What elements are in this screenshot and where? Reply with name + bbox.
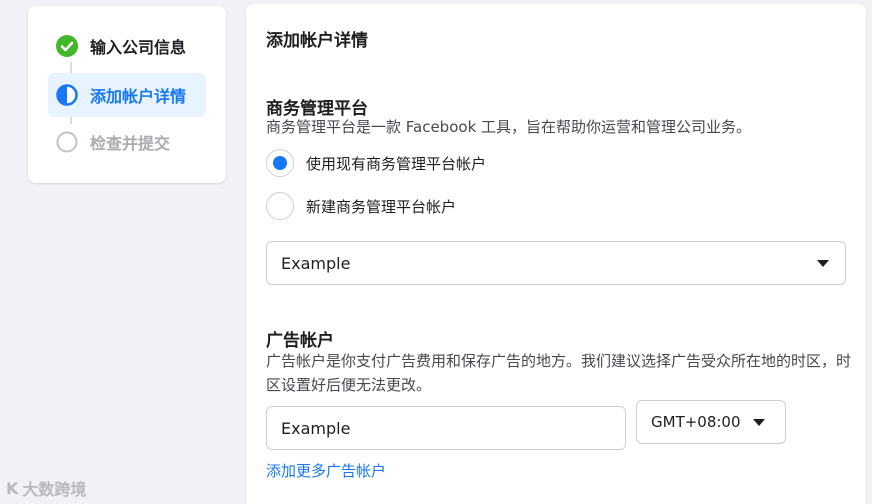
progress-stepper: 输入公司信息 添加帐户详情 检查并提交 [28, 6, 226, 183]
empty-circle-icon [56, 131, 78, 153]
timezone-select[interactable]: GMT+08:00 [636, 400, 786, 444]
radio-label: 使用现有商务管理平台帐户 [306, 154, 487, 173]
select-value: Example [281, 253, 351, 273]
ad-account-name-input[interactable] [266, 406, 626, 450]
caret-down-icon [752, 418, 765, 426]
step-label: 检查并提交 [90, 134, 171, 153]
ad-account-desc: 广告帐户是你支付广告费用和保存广告的地方。我们建议选择广告受众所在地的时区，时区… [266, 352, 852, 394]
account-details-panel: 添加帐户详情 商务管理平台 商务管理平台是一款 Facebook 工具，旨在帮助… [246, 4, 866, 504]
watermark-text: 大数跨境 [22, 480, 87, 499]
caret-down-icon [817, 259, 829, 267]
timezone-value: GMT+08:00 [651, 413, 741, 431]
step-label: 添加帐户详情 [90, 87, 187, 106]
step-company-info[interactable]: 输入公司信息 [48, 24, 206, 68]
radio-button-checked[interactable] [266, 149, 294, 177]
radio-button[interactable] [266, 192, 294, 220]
step-label: 输入公司信息 [90, 38, 187, 57]
radio-use-existing[interactable]: 使用现有商务管理平台帐户 [266, 149, 486, 177]
panel-title: 添加帐户详情 [266, 31, 368, 51]
business-manager-desc: 商务管理平台是一款 Facebook 工具，旨在帮助你运营和管理公司业务。 [266, 118, 752, 136]
business-manager-select[interactable]: Example [266, 241, 846, 285]
watermark: K 大数跨境 [6, 476, 86, 500]
radio-create-new[interactable]: 新建商务管理平台帐户 [266, 192, 456, 220]
check-circle-icon [56, 35, 78, 57]
watermark-logo: K [6, 478, 19, 498]
page: 输入公司信息 添加帐户详情 检查并提交 添加帐户详情 商务管理平台 商务管理平台… [0, 0, 872, 504]
step-account-details[interactable]: 添加帐户详情 [48, 73, 206, 117]
radio-label: 新建商务管理平台帐户 [306, 197, 457, 216]
add-more-ad-accounts-link[interactable]: 添加更多广告帐户 [266, 460, 386, 481]
step-review-submit[interactable]: 检查并提交 [48, 120, 206, 164]
ad-account-title: 广告帐户 [266, 331, 334, 351]
half-circle-icon [56, 84, 78, 106]
